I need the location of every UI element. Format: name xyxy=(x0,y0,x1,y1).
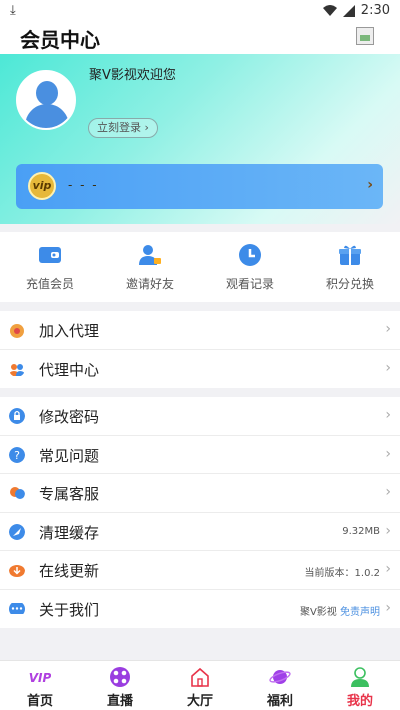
vip-status-text: - - - xyxy=(68,178,99,192)
tab-welfare[interactable]: 福利 xyxy=(240,661,320,710)
rocket-icon xyxy=(9,523,25,540)
menu-item-online-update[interactable]: 在线更新 当前版本：1.0.2 › xyxy=(0,551,400,590)
lock-icon xyxy=(9,408,25,424)
agent-menu: 加入代理 › 代理中心 › xyxy=(0,311,400,388)
person-icon xyxy=(351,667,369,687)
menu-item-label: 在线更新 xyxy=(39,562,100,580)
page-title: 会员中心 xyxy=(20,28,100,52)
chat-bubbles-icon xyxy=(10,487,25,499)
menu-item-label: 清理缓存 xyxy=(39,523,100,542)
tab-hall[interactable]: 大厅 xyxy=(160,661,240,710)
current-version: 当前版本：1.0.2 xyxy=(304,568,380,579)
page-header: 会员中心 xyxy=(0,22,400,54)
status-time: 2:30 xyxy=(360,3,390,18)
message-dots-icon xyxy=(9,602,25,614)
quick-action-invite[interactable]: 邀请好友 xyxy=(100,232,200,302)
menu-item-change-password[interactable]: 修改密码 › xyxy=(0,397,400,436)
chevron-right-icon: › xyxy=(367,177,373,193)
quick-action-recharge[interactable]: 充值会员 xyxy=(0,232,100,302)
menu-item-join-agent[interactable]: 加入代理 › xyxy=(0,311,400,350)
chevron-right-icon: › xyxy=(385,484,391,500)
invite-user-icon xyxy=(139,245,161,265)
menu-item-faq[interactable]: ? 常见问题 › xyxy=(0,436,400,474)
about-extra: 聚V影视 免责声明 xyxy=(300,603,380,618)
wallet-icon xyxy=(39,247,61,263)
menu-item-clear-cache[interactable]: 清理缓存 9.32MB › xyxy=(0,513,400,551)
users-icon xyxy=(9,363,25,376)
signal-icon xyxy=(342,4,355,17)
menu-item-label: 关于我们 xyxy=(39,600,100,619)
quick-action-label: 积分兑换 xyxy=(325,277,374,291)
vip-badge-icon: vip xyxy=(28,172,56,200)
chevron-right-icon: › xyxy=(385,445,391,462)
profile-banner: 聚V影视欢迎您 立刻登录 › vip - - - › xyxy=(0,54,400,224)
menu-item-label: 加入代理 xyxy=(39,322,100,340)
avatar[interactable] xyxy=(16,70,76,130)
cloud-download-icon xyxy=(9,565,25,577)
tab-live[interactable]: 直播 xyxy=(80,661,160,710)
menu-item-label: 代理中心 xyxy=(39,360,100,379)
menu-item-label: 修改密码 xyxy=(39,408,100,426)
tab-label: 首页 xyxy=(26,694,53,709)
house-icon xyxy=(191,667,209,687)
menu-item-agent-center[interactable]: 代理中心 › xyxy=(0,350,400,389)
vip-card[interactable]: vip - - - › xyxy=(16,164,383,209)
app-name-text: 聚V影视 xyxy=(299,606,337,618)
quick-action-label: 邀请好友 xyxy=(125,277,174,291)
quick-action-label: 观看记录 xyxy=(225,277,274,291)
menu-item-customer-service[interactable]: 专属客服 › xyxy=(0,474,400,513)
cache-size: 9.32MB xyxy=(342,525,380,537)
download-icon: ⤓ xyxy=(10,3,16,18)
settings-menu: 修改密码 › ? 常见问题 › 专属客服 › 清理缓存 9.32MB › 在线更… xyxy=(0,397,400,628)
login-button-label: 立刻登录 xyxy=(97,121,141,134)
tab-label: 直播 xyxy=(106,694,133,709)
chevron-right-icon: › xyxy=(385,359,391,376)
menu-item-about-us[interactable]: 关于我们 聚V影视 免责声明 › xyxy=(0,590,400,629)
quick-action-points[interactable]: 积分兑换 xyxy=(300,232,400,302)
vip-logo-icon: VIP xyxy=(29,671,51,685)
film-reel-icon xyxy=(110,667,130,687)
medal-icon xyxy=(10,324,24,338)
menu-item-label: 专属客服 xyxy=(39,485,100,503)
broken-image-icon[interactable] xyxy=(356,27,374,45)
planet-icon xyxy=(269,670,291,684)
login-button[interactable]: 立刻登录 › xyxy=(88,118,158,138)
chevron-right-icon: › xyxy=(144,121,149,134)
chevron-right-icon: › xyxy=(385,407,391,423)
tab-home[interactable]: VIP 首页 xyxy=(0,661,80,710)
quick-action-history[interactable]: 观看记录 xyxy=(200,232,300,302)
chevron-right-icon: › xyxy=(385,522,391,539)
clock-icon xyxy=(239,244,261,266)
chevron-right-icon: › xyxy=(385,321,391,337)
tab-label: 大厅 xyxy=(186,694,213,709)
bottom-tab-bar: VIP 首页 直播 大厅 福利 我的 xyxy=(0,660,400,710)
chevron-right-icon: › xyxy=(385,599,391,616)
question-icon: ? xyxy=(9,446,25,463)
status-bar: ⤓ 2:30 xyxy=(0,0,400,22)
disclaimer-link[interactable]: 免责声明 xyxy=(340,607,380,618)
chevron-right-icon: › xyxy=(385,561,391,577)
wifi-icon xyxy=(322,4,337,16)
menu-item-label: 常见问题 xyxy=(39,446,100,465)
quick-action-label: 充值会员 xyxy=(25,277,74,291)
tab-label: 福利 xyxy=(266,694,293,709)
gift-icon xyxy=(339,245,361,265)
quick-actions: 充值会员 邀请好友 观看记录 积分兑换 xyxy=(0,232,400,302)
tab-mine[interactable]: 我的 xyxy=(320,661,400,710)
svg-text:?: ? xyxy=(14,449,20,462)
svg-text:VIP: VIP xyxy=(29,671,51,685)
tab-label: 我的 xyxy=(346,694,373,709)
welcome-text: 聚V影视欢迎您 xyxy=(89,68,176,83)
